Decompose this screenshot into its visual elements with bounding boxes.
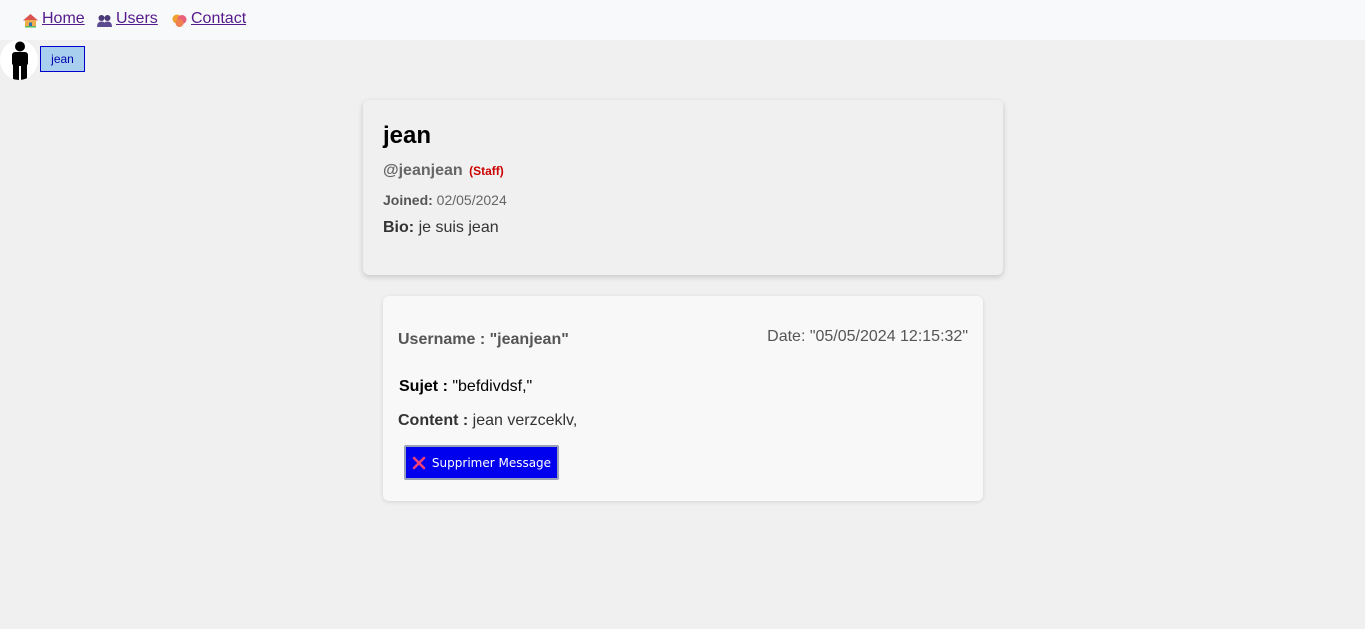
nav-home-label: Home bbox=[42, 10, 85, 27]
subject-label: Sujet : bbox=[399, 378, 448, 395]
contact-icon bbox=[172, 14, 187, 27]
profile-name: jean bbox=[383, 122, 432, 149]
message-username: Username : "jeanjean" bbox=[398, 331, 569, 348]
person-icon bbox=[12, 41, 28, 80]
users-icon bbox=[97, 14, 112, 27]
message-content: Content : jean verzceklv, bbox=[398, 412, 577, 430]
delete-message-button[interactable]: Supprimer Message bbox=[404, 445, 559, 480]
profile-card: jean @jeanjean (Staff) Joined: 02/05/202… bbox=[363, 100, 1003, 275]
top-navbar: Home Users Contact bbox=[0, 0, 1365, 40]
nav-users-link[interactable]: Users bbox=[96, 10, 158, 28]
profile-joined: Joined: 02/05/2024 bbox=[383, 192, 507, 208]
delete-message-label: Supprimer Message bbox=[431, 455, 552, 470]
message-subject: Sujet : "befdivdsf," bbox=[399, 378, 532, 396]
house-icon bbox=[23, 13, 38, 27]
subject-text: "befdivdsf," bbox=[452, 378, 533, 395]
current-user-label: jean bbox=[51, 52, 74, 66]
staff-badge: (Staff) bbox=[469, 164, 504, 178]
message-card: Username : "jeanjean" Date: "05/05/2024 … bbox=[383, 296, 983, 501]
nav-users-label: Users bbox=[116, 10, 158, 27]
profile-handle: @jeanjean bbox=[383, 162, 463, 179]
profile-handle-line: @jeanjean (Staff) bbox=[383, 162, 504, 180]
nav-contact-link[interactable]: Contact bbox=[171, 10, 246, 28]
user-avatar[interactable] bbox=[0, 40, 38, 80]
bio-label: Bio: bbox=[383, 219, 415, 236]
current-user-button[interactable]: jean bbox=[40, 46, 85, 72]
joined-label: Joined: bbox=[383, 192, 433, 208]
cross-icon bbox=[412, 456, 426, 470]
content-label: Content : bbox=[398, 412, 469, 429]
content-text: jean verzceklv, bbox=[472, 412, 578, 429]
nav-contact-label: Contact bbox=[191, 10, 247, 27]
profile-bio: Bio: je suis jean bbox=[383, 219, 499, 237]
nav-home-link[interactable]: Home bbox=[22, 10, 85, 28]
message-date: Date: "05/05/2024 12:15:32" bbox=[767, 328, 968, 345]
bio-text: je suis jean bbox=[418, 219, 499, 236]
joined-date: 02/05/2024 bbox=[436, 192, 507, 208]
